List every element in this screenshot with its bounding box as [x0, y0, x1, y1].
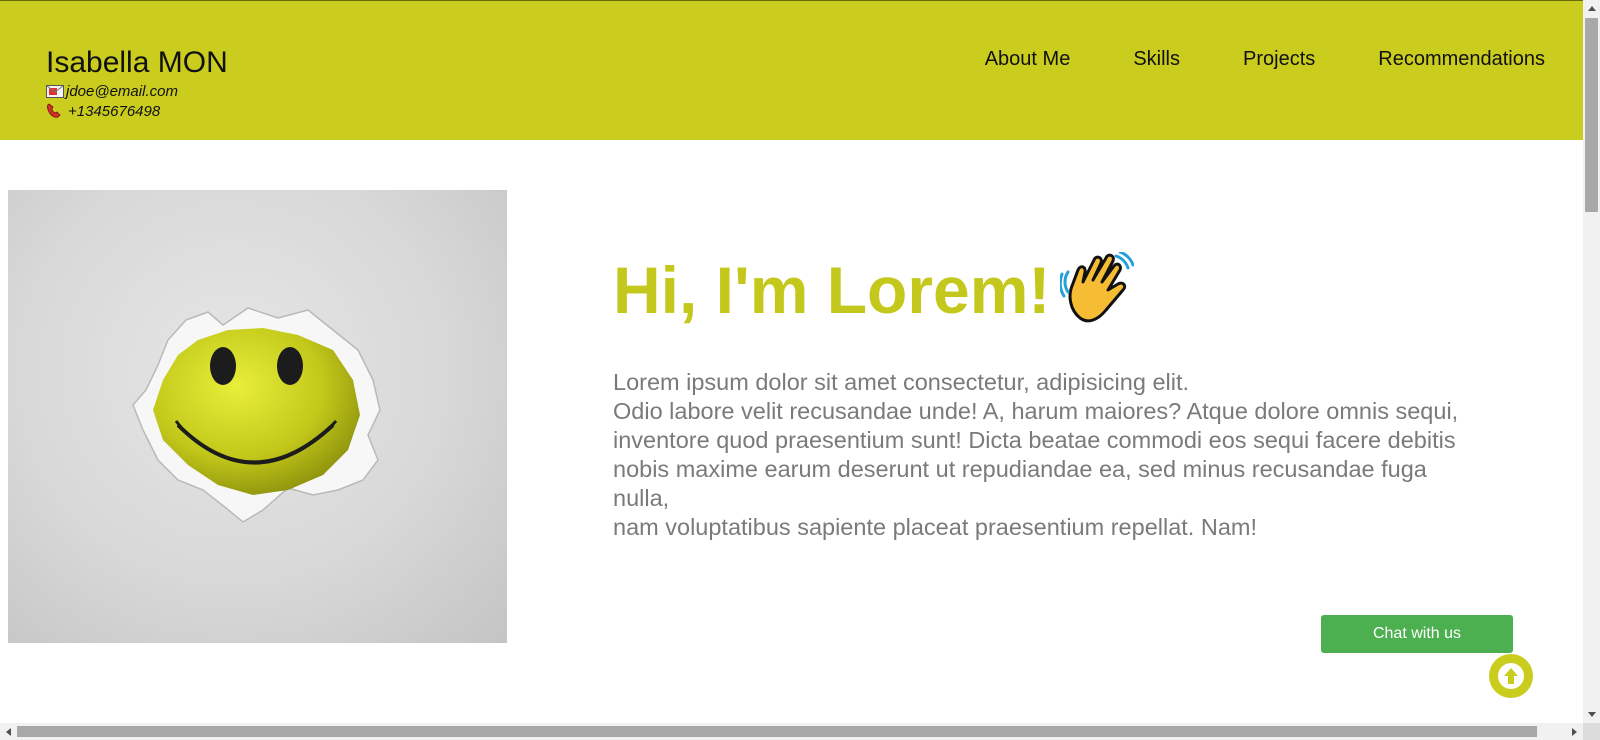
- site-owner-name: Isabella MON: [46, 46, 228, 79]
- hero-title-text: Hi, I'm Lorem!: [613, 253, 1051, 327]
- hero-description: Lorem ipsum dolor sit amet consectetur, …: [613, 368, 1473, 542]
- vertical-scroll-thumb[interactable]: [1585, 18, 1598, 212]
- nav-about-me[interactable]: About Me: [985, 46, 1071, 72]
- hero-paragraph-1: Lorem ipsum dolor sit amet consectetur, …: [613, 369, 1190, 395]
- scroll-up-arrow-icon[interactable]: [1583, 0, 1600, 17]
- scroll-left-arrow-icon[interactable]: [0, 723, 17, 740]
- scroll-to-top-button[interactable]: [1489, 654, 1533, 698]
- phone-icon: [46, 103, 66, 119]
- main-nav: About Me Skills Projects Recommendations: [985, 46, 1545, 72]
- scroll-right-arrow-icon[interactable]: [1566, 723, 1583, 740]
- horizontal-scrollbar[interactable]: [0, 723, 1583, 740]
- brand-block: Isabella MON jdoe@email.com +1345676498: [46, 45, 228, 121]
- email-row: jdoe@email.com: [46, 81, 228, 101]
- chat-with-us-button[interactable]: Chat with us: [1321, 615, 1513, 653]
- hero-paragraph-3: nam voluptatibus sapiente placeat praese…: [613, 514, 1258, 540]
- waving-hand-icon: [1060, 252, 1135, 328]
- phone-row: +1345676498: [46, 101, 228, 121]
- envelope-icon: [46, 83, 66, 99]
- hero-title: Hi, I'm Lorem!: [613, 250, 1473, 330]
- nav-skills[interactable]: Skills: [1133, 46, 1180, 72]
- nav-recommendations[interactable]: Recommendations: [1378, 46, 1545, 72]
- vertical-scrollbar[interactable]: [1583, 0, 1600, 723]
- site-header: Isabella MON jdoe@email.com +1345676498 …: [0, 0, 1583, 140]
- hero-paragraph-2: Odio labore velit recusandae unde! A, ha…: [613, 398, 1459, 511]
- email-text[interactable]: jdoe@email.com: [66, 83, 178, 100]
- arrow-up-icon: [1498, 663, 1524, 689]
- hero-image: [8, 190, 507, 643]
- scrollbar-corner: [1583, 723, 1600, 740]
- phone-text[interactable]: +1345676498: [68, 103, 160, 120]
- page: Isabella MON jdoe@email.com +1345676498 …: [0, 0, 1583, 723]
- horizontal-scroll-thumb[interactable]: [17, 726, 1537, 737]
- nav-projects[interactable]: Projects: [1243, 46, 1315, 72]
- scroll-down-arrow-icon[interactable]: [1583, 706, 1600, 723]
- hero-section: Hi, I'm Lorem! Lorem ipsum dolor sit ame…: [613, 250, 1473, 542]
